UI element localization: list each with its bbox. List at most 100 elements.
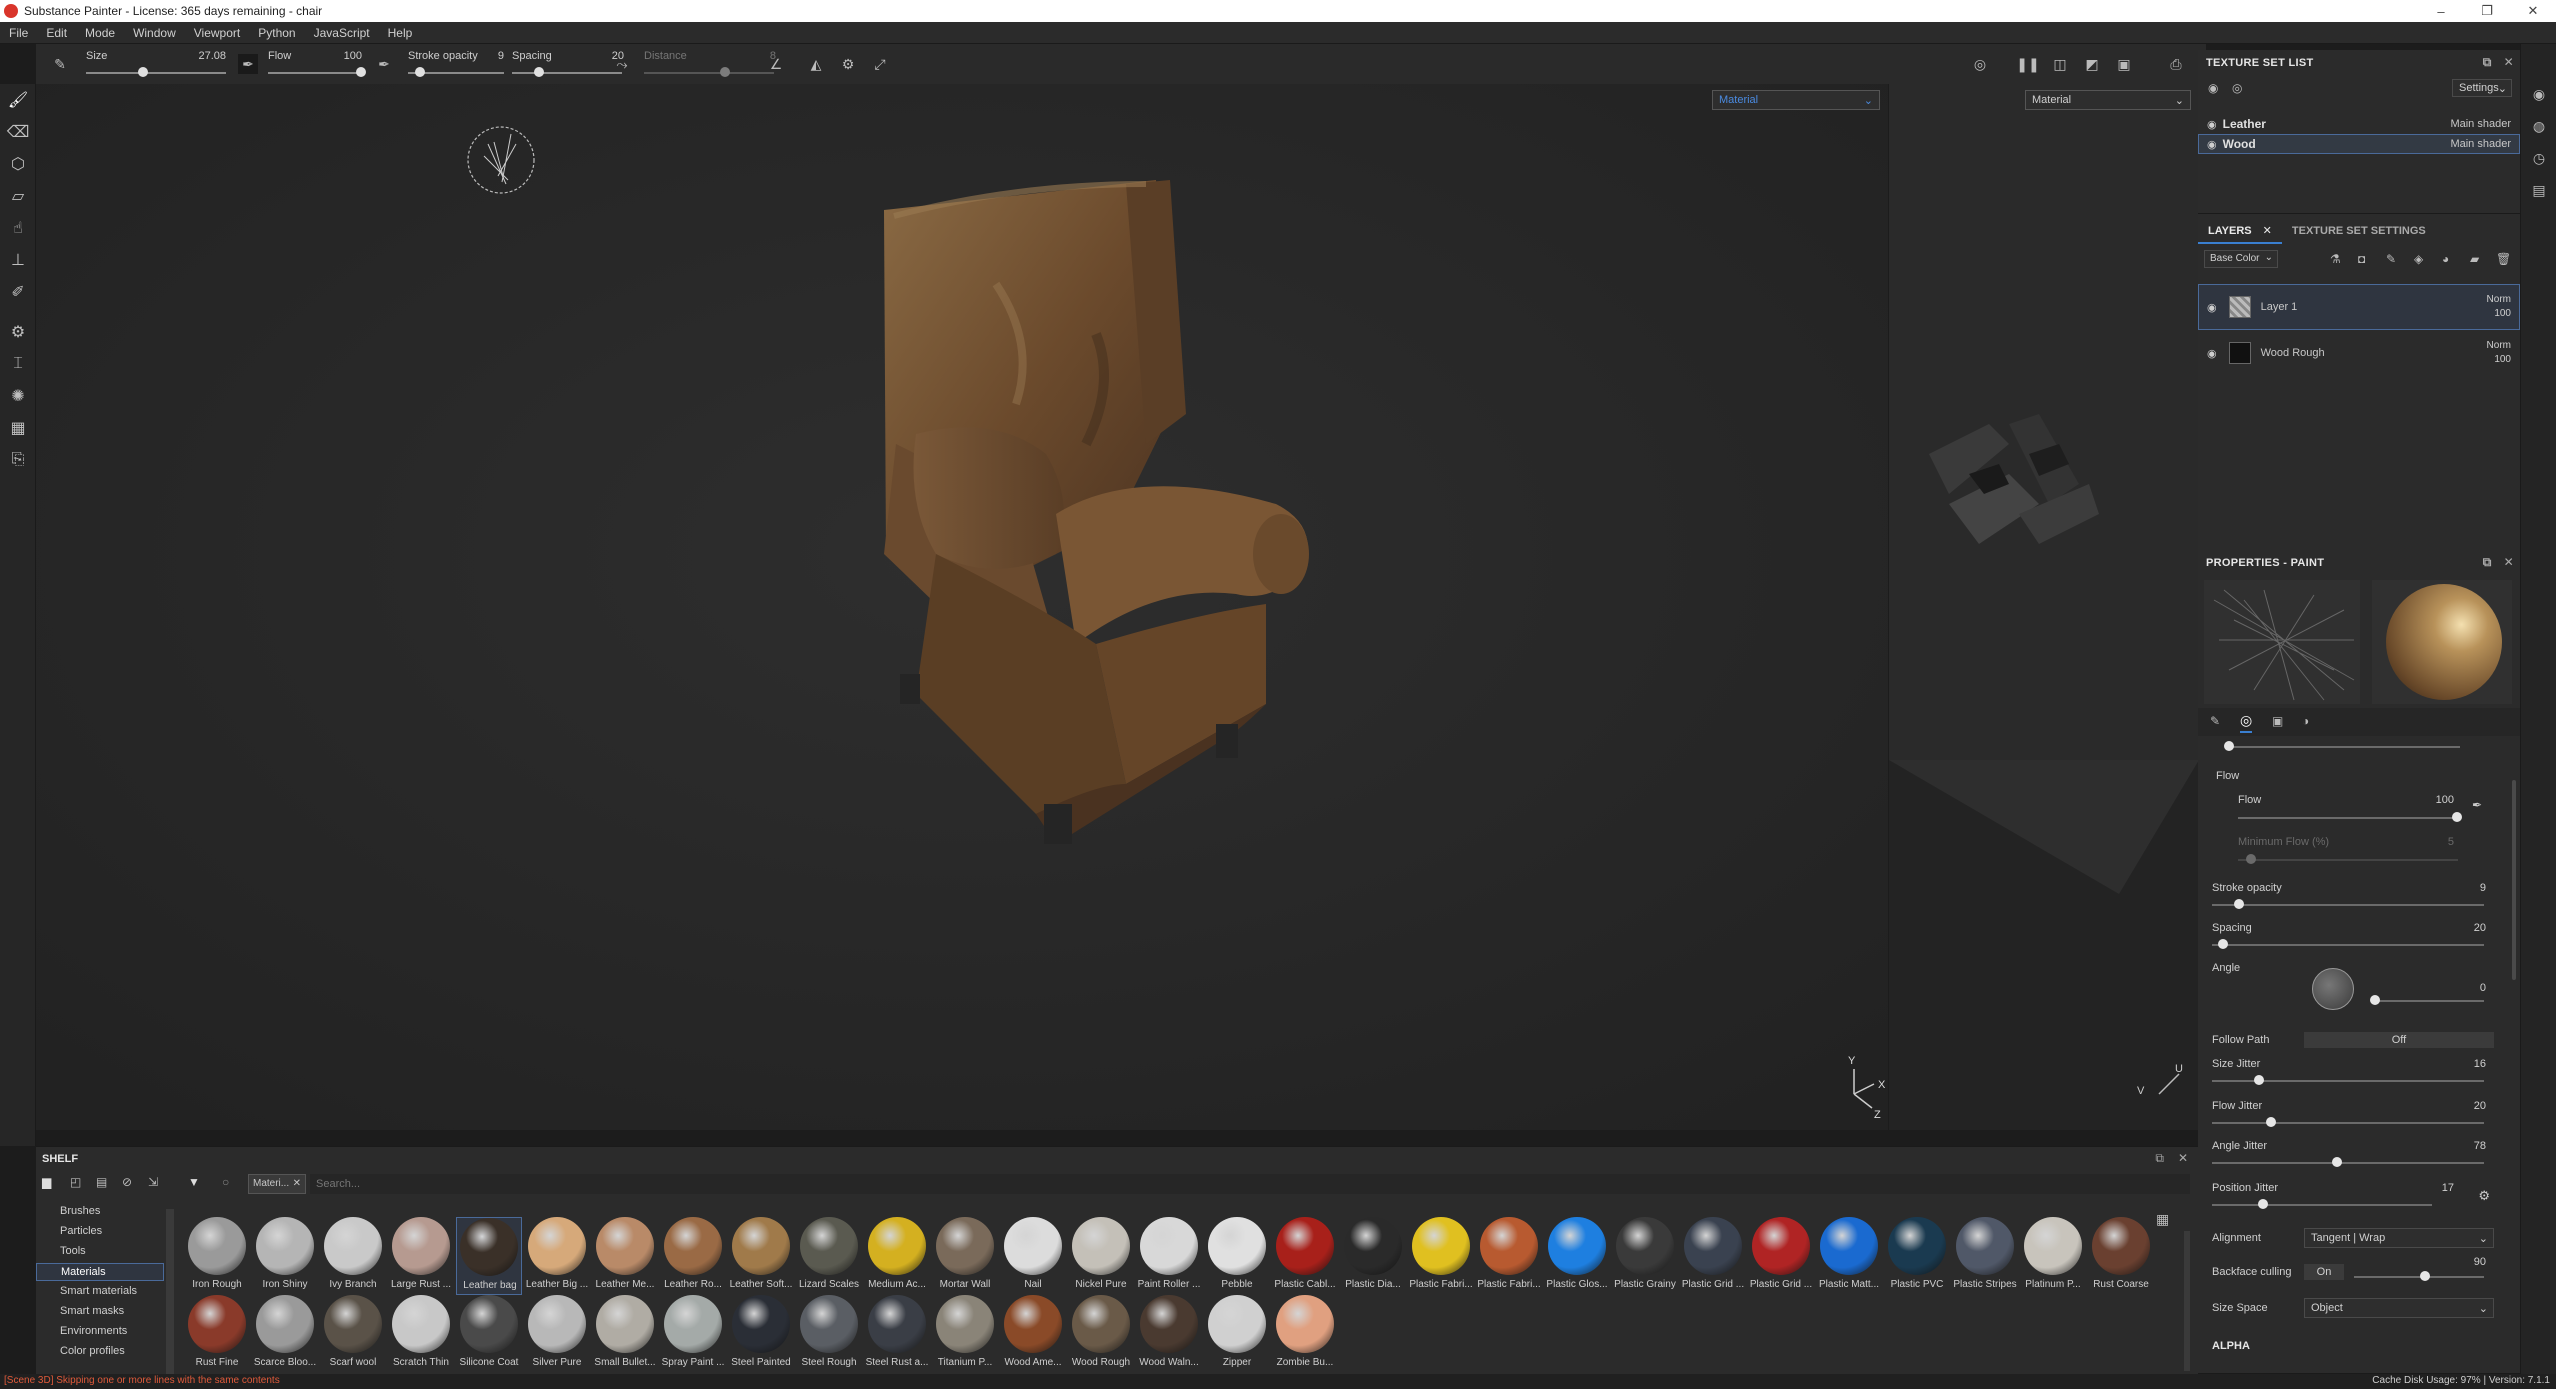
- filter-chip[interactable]: Materi... ✕: [248, 1174, 306, 1194]
- stroke-opacity-value[interactable]: 9: [498, 50, 504, 62]
- add-effect-icon[interactable]: ⚗: [2330, 252, 2341, 266]
- display-settings-icon[interactable]: ◩: [2082, 54, 2102, 74]
- material-thumbnail[interactable]: Plastic Grainy: [1612, 1217, 1678, 1295]
- material-thumbnail[interactable]: Titanium P...: [932, 1295, 998, 1373]
- material-thumbnail[interactable]: Plastic Stripes: [1952, 1217, 2018, 1295]
- properties-scrollbar[interactable]: [2512, 780, 2516, 980]
- texture-set-shader[interactable]: Main shader: [2450, 138, 2511, 150]
- add-smart-material-icon[interactable]: ◕: [2442, 252, 2449, 266]
- material-thumbnail[interactable]: Plastic Glos...: [1544, 1217, 1610, 1295]
- lazy-mouse-icon[interactable]: ⤳: [612, 54, 632, 74]
- stroke-opacity-slider-knob[interactable]: [2234, 899, 2244, 909]
- position-jitter-slider-track[interactable]: [2212, 1204, 2432, 1206]
- material-thumbnail[interactable]: Silicone Coat: [456, 1295, 522, 1373]
- add-folder-icon[interactable]: ▰: [2470, 252, 2479, 266]
- category-tools[interactable]: Tools: [60, 1245, 86, 1257]
- material-thumbnail[interactable]: Platinum P...: [2020, 1217, 2086, 1295]
- material-thumbnail[interactable]: Leather Ro...: [660, 1217, 726, 1295]
- projection-tool-icon[interactable]: ⬡: [0, 148, 36, 180]
- angle-value[interactable]: 0: [2480, 982, 2486, 994]
- material-thumbnail[interactable]: Wood Waln...: [1136, 1295, 1202, 1373]
- flow-jitter-slider-track[interactable]: [2212, 1122, 2484, 1124]
- display-settings-dock-icon[interactable]: ◍: [2521, 110, 2556, 142]
- texture-set-list-dock-icon[interactable]: ◉: [2521, 78, 2556, 110]
- layer-row[interactable]: ◉ Wood Rough Norm 100: [2198, 330, 2520, 376]
- size-jitter-value[interactable]: 16: [2474, 1058, 2486, 1070]
- minimize-button[interactable]: –: [2418, 0, 2464, 22]
- clone-stamp-tool-icon[interactable]: ⊥: [0, 244, 36, 276]
- size-control[interactable]: Size 27.08: [86, 44, 226, 84]
- layer-row[interactable]: ◉ Layer 1 Norm 100: [2198, 284, 2520, 330]
- add-paint-layer-icon[interactable]: ✎: [2386, 252, 2396, 266]
- material-thumbnail[interactable]: Iron Shiny: [252, 1217, 318, 1295]
- viewport-2d[interactable]: V U Material ⌄: [1888, 84, 2198, 1130]
- category-brushes[interactable]: Brushes: [60, 1205, 100, 1217]
- position-jitter-slider-knob[interactable]: [2258, 1199, 2268, 1209]
- maximize-button[interactable]: ❐: [2464, 0, 2510, 22]
- material-thumbnail[interactable]: Plastic Matt...: [1816, 1217, 1882, 1295]
- angle-jitter-slider-track[interactable]: [2212, 1162, 2484, 1164]
- spacing-slider-knob[interactable]: [534, 67, 544, 77]
- material-thumbnail[interactable]: Plastic Cabl...: [1272, 1217, 1338, 1295]
- menu-javascript[interactable]: JavaScript: [305, 26, 379, 40]
- material-thumbnail[interactable]: Paint Roller ...: [1136, 1217, 1202, 1295]
- size-jitter-slider-track[interactable]: [2212, 1080, 2484, 1082]
- size-space-dropdown[interactable]: Object ⌄: [2304, 1298, 2494, 1318]
- layer-blend-mode[interactable]: Norm: [2487, 293, 2511, 307]
- pause-render-icon[interactable]: ❚❚: [2016, 54, 2039, 74]
- texture-set-shader[interactable]: Main shader: [2450, 118, 2511, 130]
- spacing-slider-knob[interactable]: [2218, 939, 2228, 949]
- eraser-tool-icon[interactable]: ⌫: [0, 116, 36, 148]
- follow-path-toggle[interactable]: Off: [2304, 1032, 2494, 1048]
- material-thumbnail[interactable]: Leather Soft...: [728, 1217, 794, 1295]
- categories-scrollbar[interactable]: [166, 1209, 174, 1375]
- snap-icon[interactable]: ⤢: [870, 54, 890, 74]
- material-thumbnail[interactable]: Spray Paint ...: [660, 1295, 726, 1373]
- folder-icon[interactable]: ▆: [42, 1175, 51, 1189]
- close-button[interactable]: ✕: [2510, 0, 2556, 22]
- add-mask-icon[interactable]: ◘: [2358, 252, 2365, 266]
- flow-slider-knob[interactable]: [2452, 812, 2462, 822]
- tab-layers[interactable]: LAYERS ✕: [2198, 218, 2282, 244]
- float-panel-icon[interactable]: ⧉: [2483, 55, 2492, 70]
- log-dock-icon[interactable]: ▤: [2521, 174, 2556, 206]
- flow-slider-track[interactable]: [2238, 817, 2458, 819]
- backface-culling-value[interactable]: 90: [2474, 1256, 2486, 1268]
- stroke-opacity-value[interactable]: 9: [2480, 882, 2486, 894]
- material-thumbnail[interactable]: Nail: [1000, 1217, 1066, 1295]
- material-thumbnail[interactable]: Plastic PVC: [1884, 1217, 1950, 1295]
- size-value[interactable]: 27.08: [198, 50, 226, 62]
- flow-value[interactable]: 100: [344, 50, 362, 62]
- material-thumbnail[interactable]: Plastic Fabri...: [1408, 1217, 1474, 1295]
- material-thumbnail[interactable]: Plastic Dia...: [1340, 1217, 1406, 1295]
- pen-pressure-icon[interactable]: ✒: [2472, 798, 2482, 812]
- bake-settings-icon[interactable]: ⚙: [0, 316, 36, 348]
- material-thumbnail[interactable]: Zipper: [1204, 1295, 1270, 1373]
- symmetry-icon[interactable]: ◭: [806, 54, 826, 74]
- jitter-settings-icon[interactable]: ⚙: [2478, 1188, 2490, 1204]
- material-thumbnail[interactable]: Plastic Grid ...: [1680, 1217, 1746, 1295]
- flow-jitter-slider-knob[interactable]: [2266, 1117, 2276, 1127]
- layer-blend[interactable]: Norm 100: [2487, 293, 2511, 321]
- flow-jitter-value[interactable]: 20: [2474, 1100, 2486, 1112]
- material-thumbnail[interactable]: Steel Painted: [728, 1295, 794, 1373]
- eye-icon[interactable]: ◉: [2207, 347, 2217, 360]
- material-tab-icon[interactable]: ◑: [2302, 714, 2309, 728]
- spacing-control[interactable]: Spacing 20: [508, 44, 628, 84]
- layer-opacity[interactable]: 100: [2487, 307, 2511, 321]
- new-tab-icon[interactable]: ◰: [70, 1175, 81, 1189]
- material-thumbnail[interactable]: Scarf wool: [320, 1295, 386, 1373]
- backface-culling-toggle[interactable]: On: [2304, 1264, 2344, 1280]
- float-panel-icon[interactable]: ⧉: [2483, 555, 2492, 570]
- import-icon[interactable]: ▤: [96, 1175, 107, 1189]
- add-fill-layer-icon[interactable]: ◈: [2414, 252, 2423, 266]
- close-tab-icon[interactable]: ✕: [2263, 225, 2272, 237]
- settings-dropdown[interactable]: Settings ⌄: [2452, 79, 2512, 97]
- menu-mode[interactable]: Mode: [76, 26, 124, 40]
- size-slider-track[interactable]: [86, 72, 226, 74]
- paint-brush-tool-icon[interactable]: 🖌: [0, 84, 36, 116]
- size-slider-knob[interactable]: [2224, 741, 2234, 751]
- viewport-2d-mode-select[interactable]: Material ⌄: [2025, 90, 2191, 110]
- angle-slider-knob[interactable]: [2370, 995, 2380, 1005]
- display-settings-panel-icon[interactable]: ▦: [0, 412, 36, 444]
